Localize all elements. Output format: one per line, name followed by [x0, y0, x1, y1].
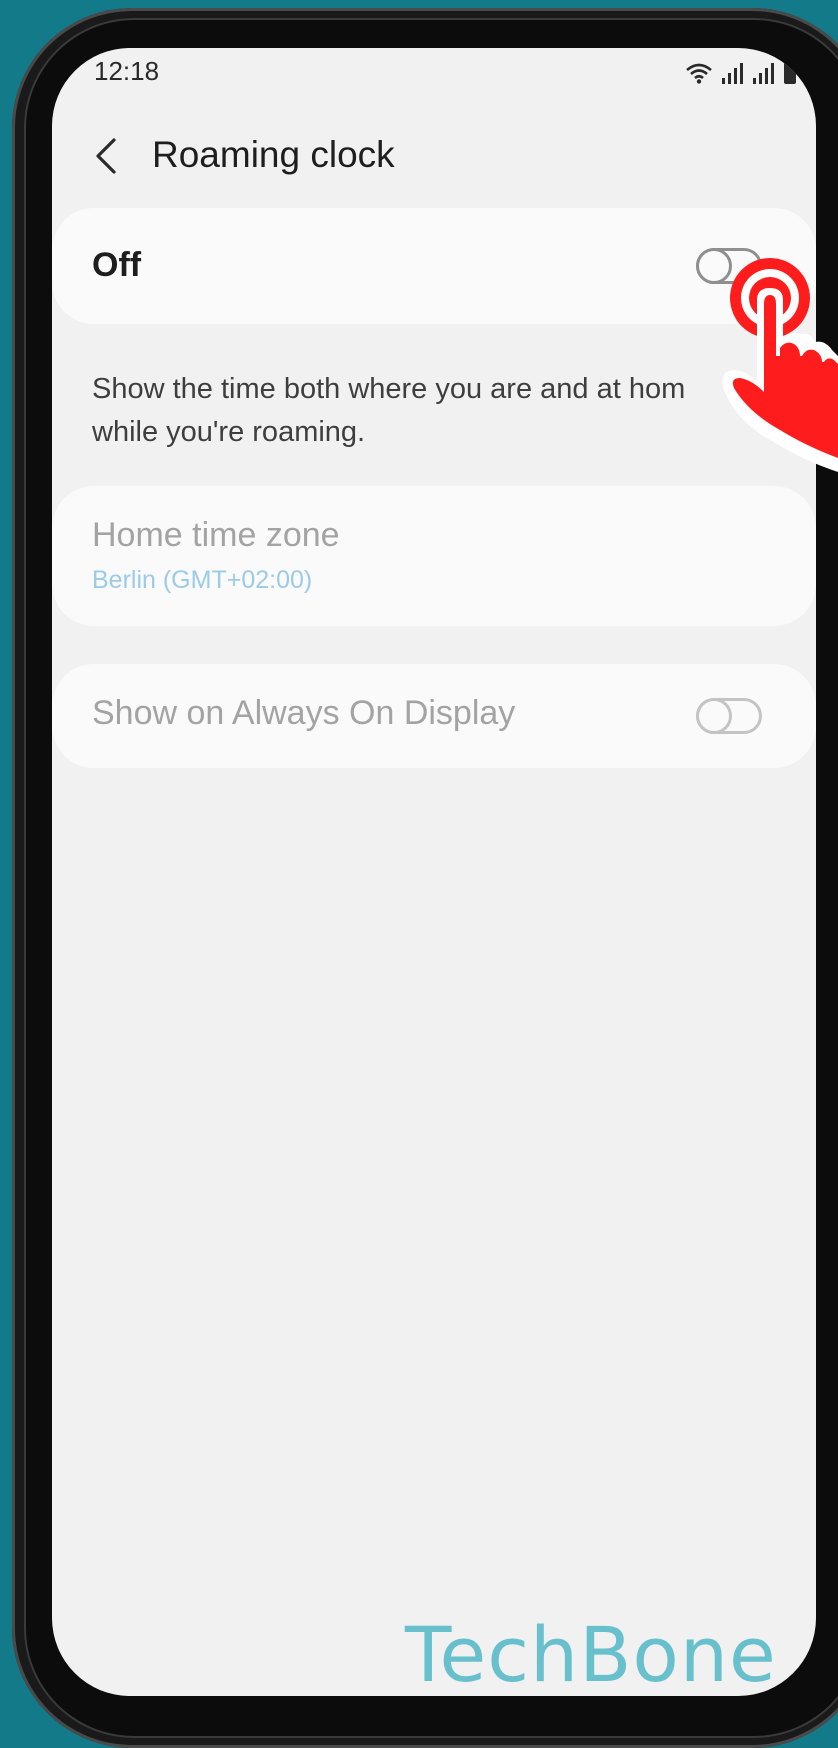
always-on-display-toggle[interactable] — [696, 698, 762, 734]
master-switch-toggle[interactable] — [696, 248, 762, 284]
master-switch-row[interactable]: Off — [52, 208, 816, 324]
battery-icon — [784, 59, 796, 84]
home-time-zone-value: Berlin (GMT+02:00) — [92, 566, 313, 594]
techbone-watermark: TechBone — [405, 1610, 777, 1699]
page-title: Roaming clock — [152, 134, 395, 175]
toggle-knob — [696, 248, 732, 284]
app-header: Roaming clock — [52, 118, 816, 198]
status-time: 12:18 — [94, 56, 160, 86]
toggle-knob — [696, 698, 732, 734]
home-time-zone-row[interactable]: Home time zone Berlin (GMT+02:00) — [52, 486, 816, 626]
status-icons — [686, 56, 796, 84]
wifi-icon — [686, 63, 712, 84]
feature-description: Show the time both where you are and at … — [92, 368, 772, 454]
phone-screen: 12:18 Roaming clock Off Show the time bo… — [52, 48, 816, 1696]
always-on-display-label: Show on Always On Display — [92, 694, 516, 732]
status-bar: 12:18 — [52, 48, 816, 96]
signal-icon-sim2 — [753, 62, 774, 84]
back-button[interactable] — [82, 128, 130, 184]
chevron-left-icon — [96, 138, 116, 174]
description-line-1: Show the time both where you are and at … — [92, 373, 686, 405]
description-line-2: while you're roaming. — [92, 416, 366, 448]
signal-icon-sim1 — [722, 62, 743, 84]
master-switch-label: Off — [92, 246, 142, 284]
home-time-zone-title: Home time zone — [92, 516, 340, 554]
always-on-display-row[interactable]: Show on Always On Display — [52, 664, 816, 768]
